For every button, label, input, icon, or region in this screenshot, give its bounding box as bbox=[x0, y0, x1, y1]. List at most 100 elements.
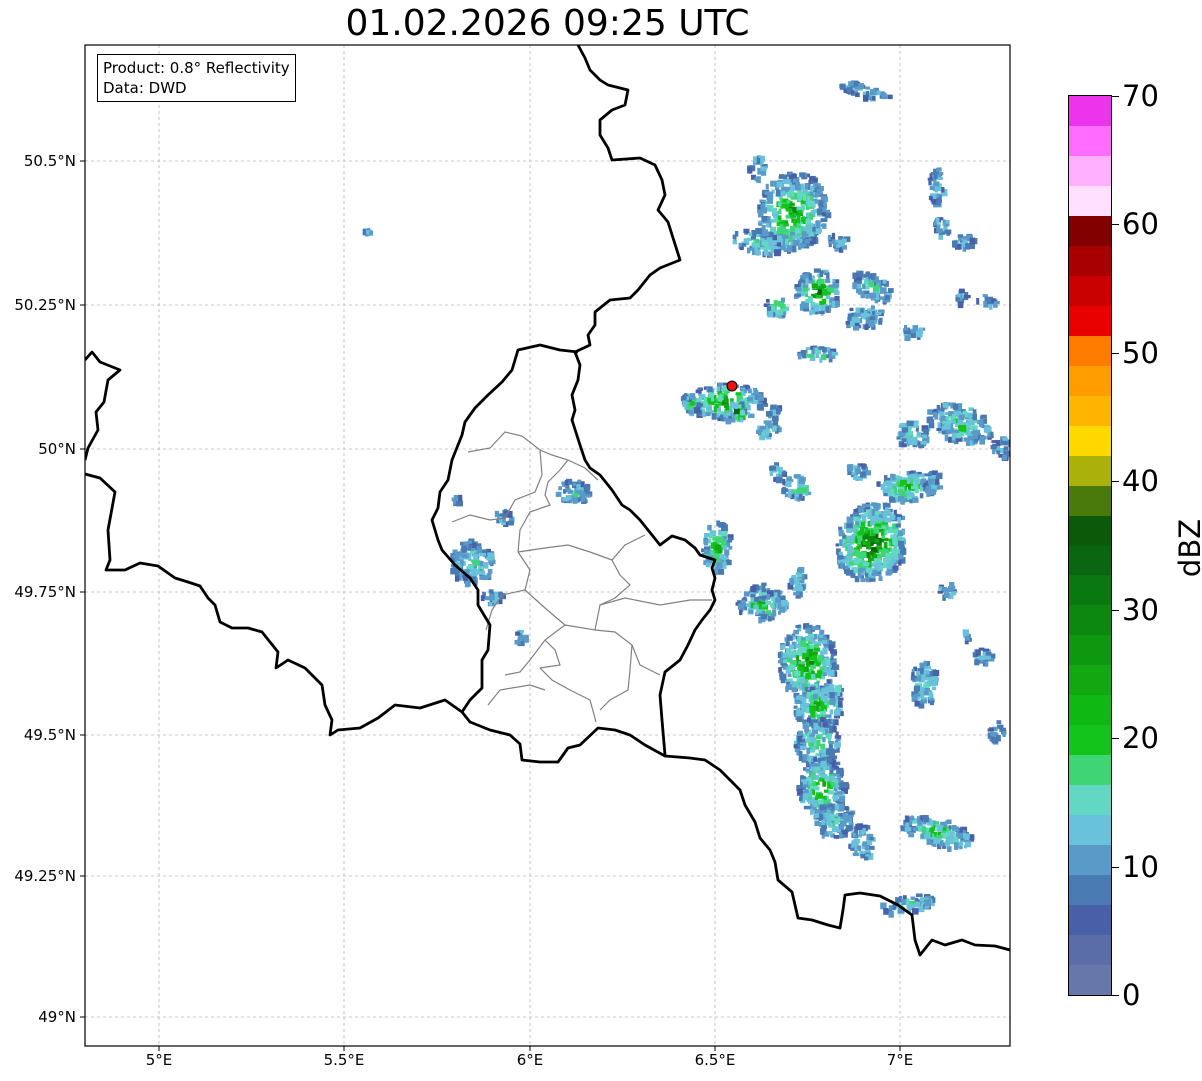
echo-pixel bbox=[933, 181, 940, 187]
echo-pixel bbox=[866, 567, 873, 573]
echo-pixel bbox=[743, 228, 750, 234]
echo-pixel bbox=[875, 312, 882, 316]
echo-pixel bbox=[484, 562, 489, 569]
echo-pixel bbox=[966, 427, 971, 432]
echo-pixel bbox=[810, 772, 815, 776]
colorbar-segment bbox=[1069, 155, 1111, 186]
echo-pixel bbox=[838, 826, 844, 830]
echo-pixel bbox=[927, 177, 933, 181]
echo-pixel bbox=[855, 307, 860, 313]
colorbar-segment bbox=[1069, 425, 1111, 456]
echo-pixel bbox=[958, 414, 965, 420]
echo-pixel bbox=[937, 824, 944, 831]
echo-pixel bbox=[873, 558, 881, 564]
echo-pixel bbox=[859, 526, 864, 531]
echo-pixel bbox=[892, 548, 900, 554]
echo-pixel bbox=[916, 330, 923, 338]
y-tick-label: 50.5°N bbox=[23, 152, 76, 170]
echo-pixel bbox=[876, 546, 883, 550]
echo-pixel bbox=[996, 720, 1002, 725]
echo-pixel bbox=[928, 180, 932, 186]
echo-pixel bbox=[833, 835, 840, 839]
echo-pixel bbox=[806, 747, 811, 754]
echo-pixel bbox=[760, 166, 767, 171]
echo-pixel bbox=[818, 310, 825, 314]
echo-pixel bbox=[774, 597, 781, 603]
colorbar-segment bbox=[1069, 724, 1111, 756]
echo-pixel bbox=[697, 403, 704, 407]
echo-pixel bbox=[860, 854, 866, 859]
echo-pixel bbox=[819, 270, 823, 277]
echo-pixel bbox=[771, 596, 776, 602]
echo-pixel bbox=[861, 463, 866, 469]
echo-pixel bbox=[958, 237, 962, 241]
echo-pixel bbox=[805, 622, 810, 629]
colorbar-segment bbox=[1069, 634, 1111, 666]
echo-pixel bbox=[756, 158, 761, 164]
echo-pixel bbox=[765, 299, 770, 303]
echo-pixel bbox=[957, 301, 964, 309]
y-tick-label: 49.25°N bbox=[14, 867, 76, 885]
echo-pixel bbox=[809, 310, 813, 316]
echo-pixel bbox=[865, 271, 870, 278]
echo-pixel bbox=[770, 465, 775, 470]
echo-pixel bbox=[822, 211, 826, 217]
echo-pixel bbox=[737, 603, 745, 610]
echo-pixel bbox=[741, 390, 745, 396]
product-info-box: Product: 0.8° Reflectivity Data: DWD bbox=[97, 54, 296, 102]
echo-pixel bbox=[799, 303, 804, 311]
echo-pixel bbox=[816, 703, 821, 707]
echo-pixel bbox=[928, 691, 933, 699]
echo-pixel bbox=[888, 538, 892, 542]
echo-pixel bbox=[489, 594, 495, 601]
echo-pixel bbox=[883, 488, 891, 493]
y-tick-label: 49°N bbox=[38, 1008, 76, 1026]
echo-pixel bbox=[921, 827, 926, 834]
echo-pixel bbox=[779, 673, 787, 681]
echo-pixel bbox=[811, 626, 819, 631]
echo-pixel bbox=[766, 411, 773, 417]
colorbar-segment bbox=[1069, 694, 1111, 726]
echo-pixel bbox=[858, 83, 864, 89]
echo-pixel bbox=[851, 840, 857, 846]
echo-pixel bbox=[798, 751, 803, 758]
echo-pixel bbox=[973, 429, 981, 434]
echo-pixel bbox=[739, 410, 746, 416]
echo-pixel bbox=[875, 293, 880, 300]
echo-pixel bbox=[920, 441, 928, 445]
echo-pixel bbox=[908, 440, 914, 444]
echo-pixel bbox=[791, 682, 797, 688]
echo-pixel bbox=[766, 237, 773, 243]
echo-pixel bbox=[811, 670, 815, 674]
echo-pixel bbox=[785, 648, 791, 655]
echo-pixel bbox=[795, 701, 802, 704]
echo-pixel bbox=[806, 228, 812, 234]
echo-pixel bbox=[938, 234, 944, 240]
echo-pixel bbox=[702, 410, 706, 418]
echo-pixel bbox=[777, 652, 782, 658]
radar-map[interactable] bbox=[0, 0, 1202, 1081]
echo-pixel bbox=[703, 538, 709, 546]
echo-pixel bbox=[822, 722, 828, 727]
echo-pixel bbox=[768, 208, 772, 212]
echo-pixel bbox=[916, 431, 921, 438]
echo-pixel bbox=[923, 683, 930, 688]
echo-pixel bbox=[834, 818, 839, 825]
echo-pixel bbox=[963, 844, 968, 849]
echo-pixel bbox=[819, 357, 823, 363]
echo-pixel bbox=[868, 320, 875, 327]
echo-pixel bbox=[755, 610, 759, 615]
echo-pixel bbox=[884, 295, 890, 300]
echo-pixel bbox=[911, 672, 915, 677]
echo-pixel bbox=[813, 305, 820, 312]
echo-pixel bbox=[790, 173, 797, 179]
echo-pixel bbox=[923, 816, 930, 823]
echo-pixel bbox=[747, 388, 752, 394]
echo-pixel bbox=[837, 791, 843, 795]
echo-pixel bbox=[829, 698, 836, 704]
echo-pixel bbox=[834, 296, 840, 301]
colorbar-tick-label: 20 bbox=[1122, 721, 1159, 756]
echo-pixel bbox=[750, 586, 757, 593]
echo-pixel bbox=[779, 224, 784, 229]
echo-pixel bbox=[860, 292, 865, 299]
